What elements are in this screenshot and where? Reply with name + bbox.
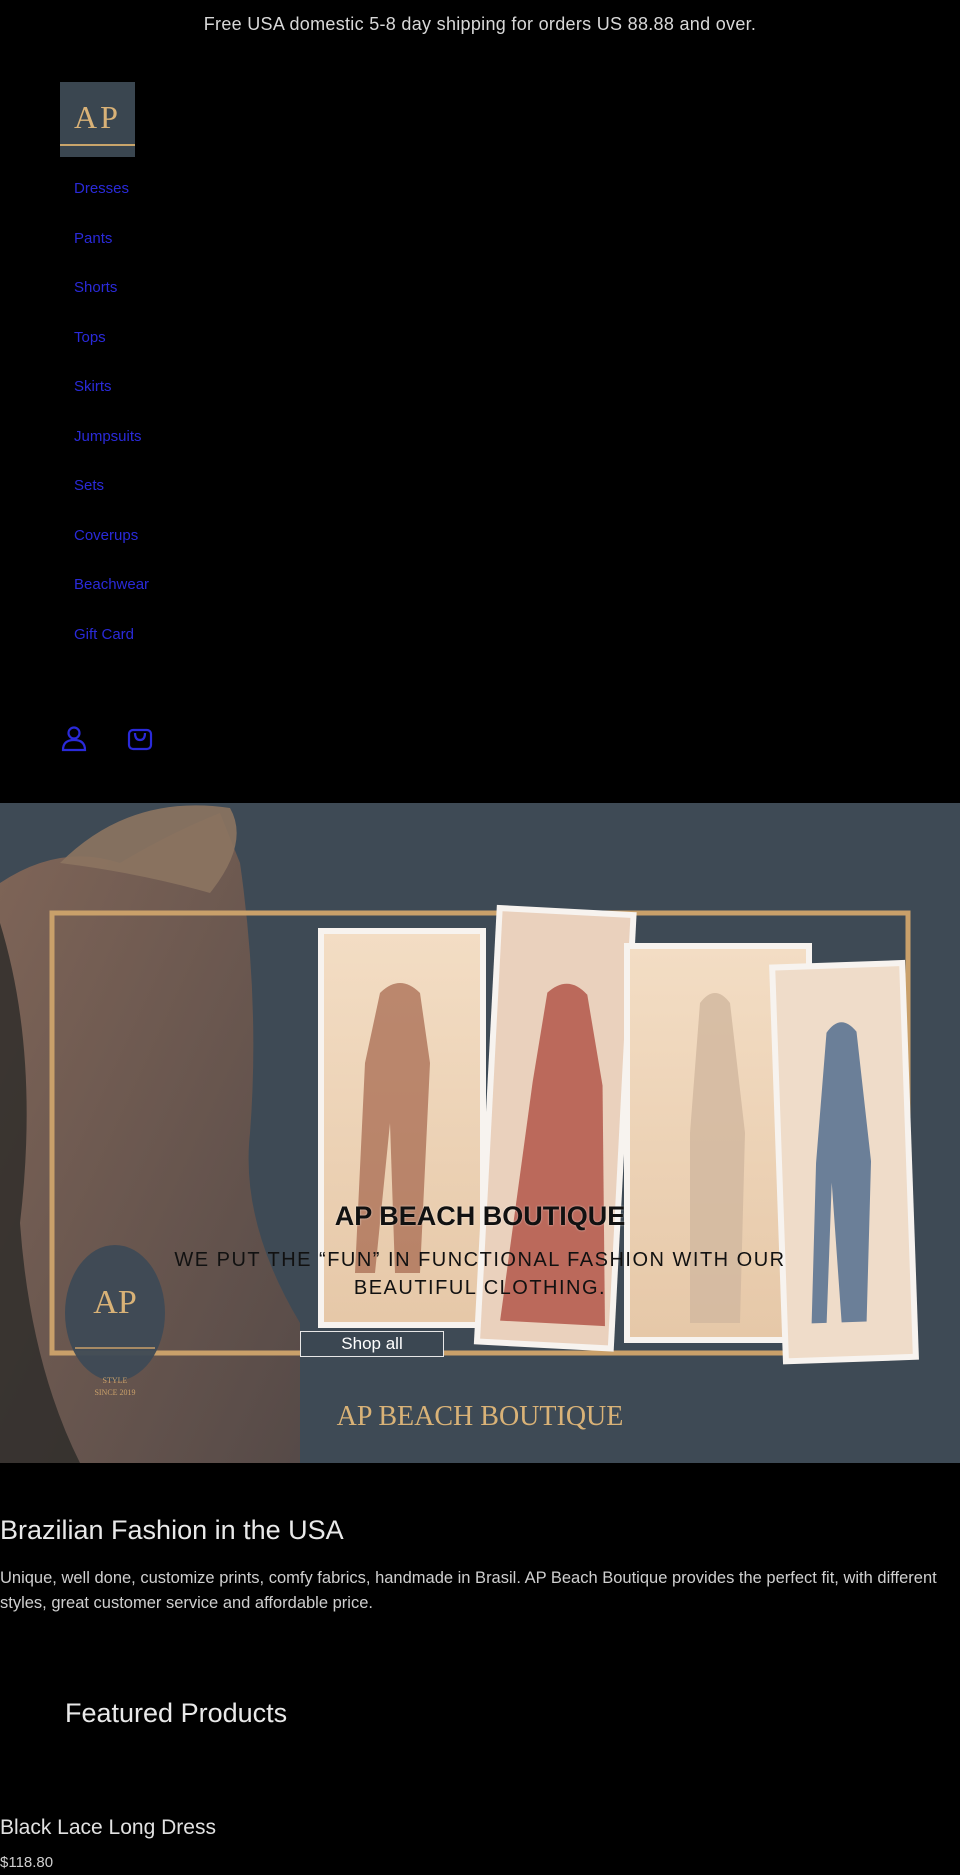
featured-products-title: Featured Products xyxy=(65,1698,288,1728)
nav-item-jumpsuits[interactable]: Jumpsuits xyxy=(74,424,149,474)
intro-section: Brazilian Fashion in the USA Unique, wel… xyxy=(0,1515,960,1616)
intro-body: Unique, well done, customize prints, com… xyxy=(0,1569,937,1612)
hero-image: AP STYLE SINCE 2019 AP BEACH BOUTIQUE xyxy=(0,803,960,1463)
shop-all-button[interactable]: Shop all xyxy=(300,1331,444,1357)
header-icons xyxy=(60,724,154,757)
nav-item-beachwear[interactable]: Beachwear xyxy=(74,572,149,622)
hero-subtitle: WE PUT THE “FUN” IN FUNCTIONAL FASHION W… xyxy=(174,1249,786,1299)
nav-item-dresses[interactable]: Dresses xyxy=(74,176,149,226)
hero-banner: AP STYLE SINCE 2019 AP BEACH BOUTIQUE AP… xyxy=(0,803,960,1463)
store-logo[interactable]: AP xyxy=(60,82,135,157)
product-card[interactable]: Black Lace Long Dress $118.80 xyxy=(0,1816,216,1871)
announcement-bar: Free USA domestic 5-8 day shipping for o… xyxy=(0,0,960,48)
hero-title: AP BEACH BOUTIQUE xyxy=(334,1201,626,1231)
nav-item-gift-card[interactable]: Gift Card xyxy=(74,622,149,672)
nav-item-coverups[interactable]: Coverups xyxy=(74,523,149,573)
nav-item-sets[interactable]: Sets xyxy=(74,473,149,523)
announcement-text: Free USA domestic 5-8 day shipping for o… xyxy=(203,13,757,34)
main-navigation: Dresses Pants Shorts Tops Skirts Jumpsui… xyxy=(74,176,149,671)
product-name[interactable]: Black Lace Long Dress xyxy=(0,1816,216,1840)
art-tagline-2: SINCE 2019 xyxy=(94,1388,135,1397)
nav-item-shorts[interactable]: Shorts xyxy=(74,275,149,325)
logo-underline xyxy=(60,144,135,146)
nav-item-pants[interactable]: Pants xyxy=(74,226,149,276)
nav-item-skirts[interactable]: Skirts xyxy=(74,374,149,424)
account-icon[interactable] xyxy=(60,724,88,757)
art-brand: AP BEACH BOUTIQUE xyxy=(337,1401,624,1432)
cart-icon[interactable] xyxy=(126,724,154,757)
product-price: $118.80 xyxy=(0,1854,54,1871)
nav-item-tops[interactable]: Tops xyxy=(74,325,149,375)
hero-content: AP BEACH BOUTIQUE WE PUT THE “FUN” IN FU… xyxy=(0,1201,960,1302)
art-tagline-1: STYLE xyxy=(103,1376,128,1385)
intro-heading: Brazilian Fashion in the USA xyxy=(0,1515,344,1545)
logo-text: AP xyxy=(74,98,121,135)
